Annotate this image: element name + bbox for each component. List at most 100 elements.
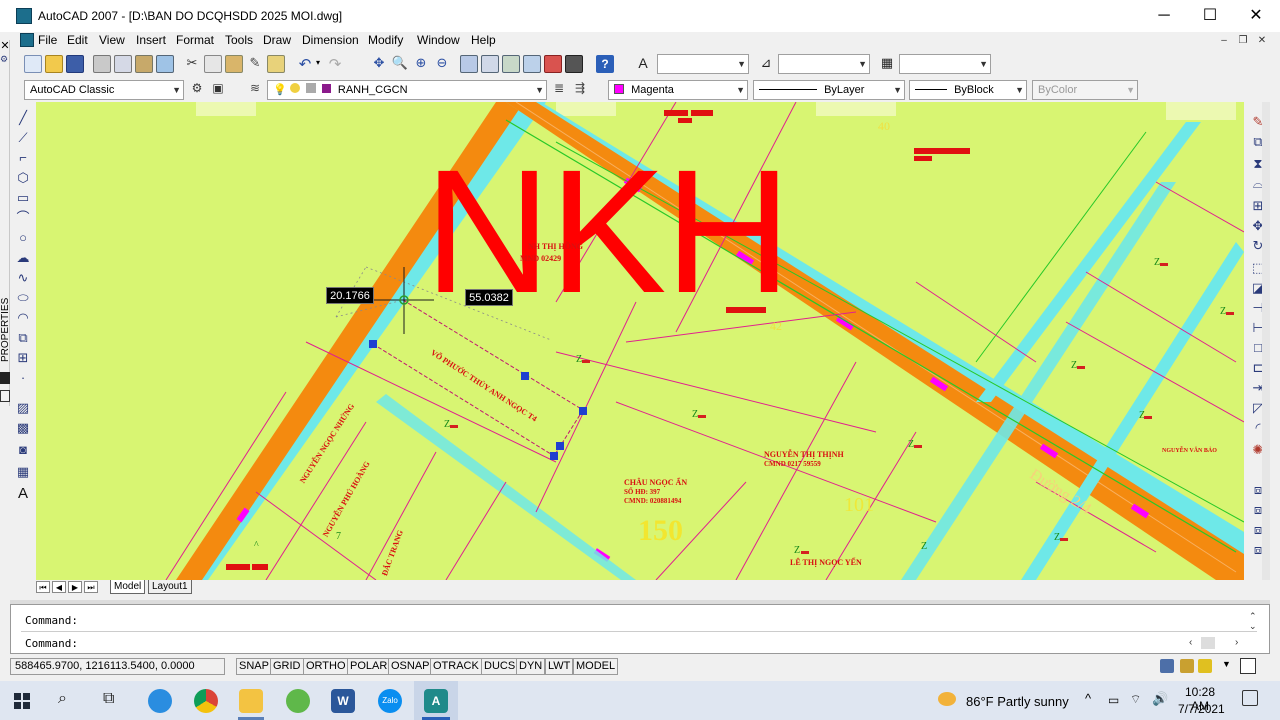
lock-toolbars-icon[interactable] — [1180, 659, 1194, 673]
calculator-icon[interactable] — [565, 55, 583, 73]
menu-dimension[interactable]: Dimension — [302, 33, 359, 47]
snap-toggle[interactable]: SNAP — [236, 658, 272, 675]
publish-icon[interactable] — [135, 55, 153, 73]
workspace-save-icon[interactable]: ▣ — [209, 81, 227, 99]
edge-icon[interactable] — [148, 689, 172, 713]
osnap-toggle[interactable]: OSNAP — [388, 658, 433, 675]
start-button[interactable] — [14, 693, 30, 709]
text-style-icon[interactable]: A — [634, 55, 652, 73]
menu-tools[interactable]: Tools — [225, 33, 253, 47]
line-icon[interactable]: ╱ — [15, 110, 31, 126]
menu-modify[interactable]: Modify — [368, 33, 403, 47]
new-icon[interactable] — [24, 55, 42, 73]
minimize-button[interactable]: ─ — [1141, 0, 1187, 32]
gradient-icon[interactable]: ▩ — [15, 420, 31, 436]
dimension-input-angle[interactable]: 55.0382 — [465, 289, 513, 306]
dim-style-icon[interactable]: ⊿ — [757, 55, 775, 73]
paste-icon[interactable] — [225, 55, 243, 73]
show-hidden-icons[interactable]: ^ — [1085, 691, 1091, 706]
multiline-text-icon[interactable]: A — [15, 486, 31, 502]
make-block-icon[interactable]: ⊞ — [15, 350, 31, 366]
help-icon[interactable]: ? — [596, 55, 614, 73]
spline-icon[interactable]: ∿ — [15, 270, 31, 286]
cut-icon[interactable]: ✂ — [183, 55, 201, 73]
document-icon[interactable] — [20, 33, 34, 47]
arc-icon[interactable]: ⌒ — [15, 210, 31, 226]
status-menu-icon[interactable]: ▼ — [1222, 659, 1231, 669]
weather-icon[interactable] — [938, 692, 956, 706]
command-scroll-thumb[interactable] — [1201, 637, 1215, 649]
make-layer-current-icon[interactable]: ≣ — [550, 81, 568, 99]
weather-text[interactable]: 86°F Partly sunny — [966, 694, 1069, 709]
palette-autohide-icon[interactable] — [0, 372, 10, 384]
comm-center-icon[interactable] — [1160, 659, 1174, 673]
redo-icon[interactable]: ↷ — [326, 55, 344, 73]
doc-restore-button[interactable]: ❐ — [1236, 34, 1250, 48]
color-combo[interactable]: Magenta ▼ — [608, 80, 748, 100]
dyn-toggle[interactable]: DYN — [516, 658, 546, 675]
region-icon[interactable]: ◙ — [15, 442, 31, 458]
layer-manager-icon[interactable]: ≋ — [246, 81, 264, 99]
copy-icon[interactable] — [204, 55, 222, 73]
command-scroll-down-icon[interactable]: ⌄ — [1249, 621, 1257, 632]
palette-options-icon[interactable]: ⚙ — [0, 54, 10, 70]
doc-minimize-button[interactable]: – — [1217, 34, 1231, 48]
layer-previous-icon[interactable]: ⇶ — [571, 81, 589, 99]
table-style-combo[interactable]: ▼ — [899, 54, 991, 74]
hatch-icon[interactable]: ▨ — [15, 400, 31, 416]
command-scroll-right-icon[interactable]: › — [1235, 637, 1238, 648]
construction-line-icon[interactable]: ⟋ — [15, 130, 31, 146]
workspace-settings-icon[interactable]: ⚙ — [188, 81, 206, 99]
lineweight-combo[interactable]: ByBlock ▼ — [909, 80, 1027, 100]
polyline-icon[interactable]: ⌐ — [15, 150, 31, 166]
save-icon[interactable] — [66, 55, 84, 73]
rectangle-icon[interactable]: ▭ — [15, 190, 31, 206]
insert-block-icon[interactable]: ⧉ — [15, 330, 31, 346]
palette-close-icon[interactable]: ✕ — [0, 40, 10, 52]
revision-cloud-icon[interactable]: ☁ — [15, 250, 31, 266]
dimension-input-length[interactable]: 20.1766 — [326, 287, 374, 304]
layer-combo[interactable]: 💡 RANH_CGCN ▼ — [267, 80, 547, 100]
properties-icon[interactable] — [460, 55, 478, 73]
sheet-set-icon[interactable] — [523, 55, 541, 73]
pan-icon[interactable]: ✥ — [370, 55, 388, 73]
app-green-icon[interactable] — [286, 689, 310, 713]
autocad-taskbar-active[interactable]: A — [414, 681, 458, 720]
ellipse-arc-icon[interactable]: ◠ — [15, 310, 31, 326]
open-icon[interactable] — [45, 55, 63, 73]
properties-palette-strip[interactable]: ✕ ⚙ PROPERTIES — [0, 40, 11, 406]
match-properties-icon[interactable]: ✎ — [246, 55, 264, 73]
command-input[interactable]: Command: — [25, 637, 78, 650]
table-icon[interactable]: ▦ — [15, 464, 31, 480]
otrack-toggle[interactable]: OTRACK — [430, 658, 482, 675]
circle-icon[interactable]: ○ — [15, 230, 31, 246]
menu-insert[interactable]: Insert — [136, 33, 166, 47]
clean-screen-icon[interactable] — [1240, 658, 1256, 674]
3d-dwf-icon[interactable] — [156, 55, 174, 73]
undo-icon[interactable]: ↶ — [296, 55, 314, 73]
menu-window[interactable]: Window — [417, 33, 460, 47]
design-center-icon[interactable] — [481, 55, 499, 73]
zoom-window-icon[interactable]: ⊕ — [412, 55, 430, 73]
task-view-icon[interactable]: ⧉ — [103, 690, 114, 708]
word-icon[interactable]: W — [331, 689, 355, 713]
notifications-icon[interactable] — [1242, 690, 1258, 706]
ducs-toggle[interactable]: DUCS — [481, 658, 519, 675]
ellipse-icon[interactable]: ⬭ — [15, 290, 31, 306]
battery-icon[interactable]: ▭ — [1108, 693, 1119, 707]
chrome-icon[interactable] — [194, 689, 218, 713]
menu-file[interactable]: File — [38, 33, 57, 47]
file-explorer-icon[interactable] — [239, 689, 263, 713]
search-icon[interactable]: ⌕ — [58, 690, 67, 708]
zalo-icon[interactable]: Zalo — [378, 689, 402, 713]
point-icon[interactable]: · — [15, 370, 31, 386]
tool-palettes-icon[interactable] — [502, 55, 520, 73]
text-style-combo[interactable]: ▼ — [657, 54, 749, 74]
tab-model[interactable]: Model — [110, 580, 146, 594]
table-style-icon[interactable]: ▦ — [878, 55, 896, 73]
menu-draw[interactable]: Draw — [263, 33, 291, 47]
zoom-previous-icon[interactable]: ⊖ — [433, 55, 451, 73]
palette-menu-icon[interactable] — [0, 390, 10, 402]
ortho-toggle[interactable]: ORTHO — [303, 658, 349, 675]
menu-view[interactable]: View — [99, 33, 125, 47]
